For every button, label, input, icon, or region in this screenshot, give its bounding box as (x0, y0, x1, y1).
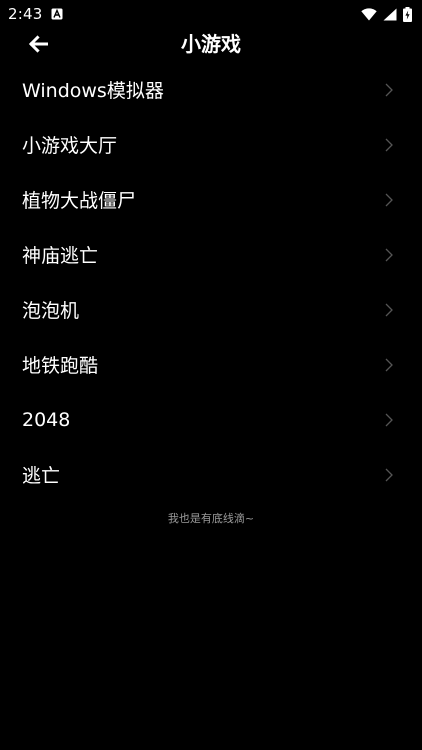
status-bar: 2:43 (0, 0, 422, 28)
status-time: 2:43 (8, 5, 43, 23)
list-item-label: Windows模拟器 (22, 80, 164, 102)
list-item-label: 2048 (22, 408, 71, 431)
list-item-label: 小游戏大厅 (22, 135, 118, 157)
a-notification-icon (50, 7, 64, 21)
toolbar: 小游戏 (0, 28, 422, 60)
cellular-signal-icon (383, 8, 397, 21)
list-item-subway-surfers[interactable]: 地铁跑酷 (0, 337, 422, 392)
chevron-right-icon (384, 357, 394, 373)
list-item-label: 泡泡机 (22, 300, 80, 322)
wifi-icon (361, 7, 377, 21)
list-item-label: 神庙逃亡 (22, 245, 99, 267)
list-item-label: 逃亡 (22, 465, 61, 487)
list-item-temple-run[interactable]: 神庙逃亡 (0, 227, 422, 282)
battery-charging-icon (403, 6, 412, 22)
end-of-list-note: 我也是有底线滴~ (167, 512, 255, 525)
list-item-windows-emulator[interactable]: Windows模拟器 (0, 62, 422, 117)
chevron-right-icon (384, 467, 394, 483)
list-item-escape[interactable]: 逃亡 (0, 447, 422, 502)
list-item-label: 植物大战僵尸 (22, 190, 137, 212)
status-icons (361, 6, 412, 22)
chevron-right-icon (384, 302, 394, 318)
chevron-right-icon (384, 137, 394, 153)
game-list: Windows模拟器 小游戏大厅 植物大战僵尸 神庙逃亡 泡泡机 地铁跑酷 20… (0, 62, 422, 502)
chevron-right-icon (384, 82, 394, 98)
list-item-bubble-machine[interactable]: 泡泡机 (0, 282, 422, 337)
page-title: 小游戏 (181, 32, 241, 56)
list-item-2048[interactable]: 2048 (0, 392, 422, 447)
screen: 2:43 小游戏 Windows模拟器 小游戏大厅 植物大战僵尸 神庙逃亡 泡泡… (0, 0, 422, 750)
list-item-game-hall[interactable]: 小游戏大厅 (0, 117, 422, 172)
list-item-label: 地铁跑酷 (22, 355, 99, 377)
chevron-right-icon (384, 412, 394, 428)
chevron-right-icon (384, 192, 394, 208)
list-item-plants-vs-zombies[interactable]: 植物大战僵尸 (0, 172, 422, 227)
chevron-right-icon (384, 247, 394, 263)
